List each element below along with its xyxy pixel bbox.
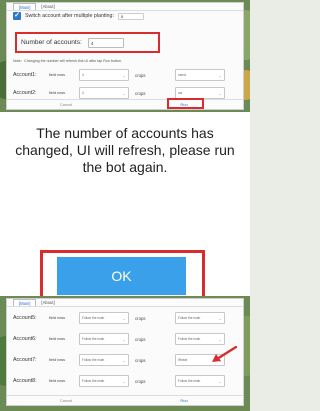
field-rows-label: field rows [49,337,66,341]
account-row: Account1: field rows 4 ⌄ crops carrot ⌄ [13,67,241,83]
crops-select[interactable]: Follow the main ⌄ [175,333,225,345]
crops-label: crops [135,378,146,384]
field-rows-label: field rows [49,91,66,95]
field-rows-label: field rows [49,358,66,362]
tab-bar: [Main] [About] [7,299,243,307]
account-label: Account1: [13,72,37,78]
number-of-accounts-label: Number of accounts: [21,39,82,46]
tab-main[interactable]: [Main] [13,299,37,306]
account-row: Account6: field rows Follow the main ⌄ cr… [13,331,241,347]
switch-account-label: Switch account after multiple planting: [25,13,114,19]
crops-label: crops [135,336,146,342]
run-button-highlight [167,98,204,109]
switch-account-row: ✓ Switch account after multiple planting… [13,12,144,20]
crops-select[interactable]: carrot ⌄ [175,69,225,81]
switch-account-checkbox[interactable]: ✓ [13,12,21,20]
tab-about[interactable]: [About] [36,3,59,10]
field-rows-select[interactable]: Follow the main ⌄ [79,312,129,324]
field-rows-select[interactable]: Follow the main ⌄ [79,333,129,345]
field-rows-label: field rows [49,379,66,383]
tab-about[interactable]: [About] [36,299,59,306]
field-rows-label: field rows [49,316,66,320]
number-of-accounts-row: Number of accounts: 4 [15,32,160,53]
cancel-button[interactable]: Cancel [7,100,125,109]
chevron-down-icon: ⌄ [122,379,126,384]
number-of-accounts-input[interactable]: 4 [87,37,124,48]
tab-bar: [Main] [About] [7,3,243,11]
crops-label: crops [135,90,146,96]
field-rows-label: field rows [49,73,66,77]
account-row: Account5: field rows Follow the main ⌄ cr… [13,310,241,326]
settings-panel-bottom: [Main] [About] Account5: field rows Foll… [6,298,244,406]
account-row: Account8: field rows Follow the main ⌄ cr… [13,373,241,389]
refresh-message-text: The number of accounts has changed, UI w… [15,125,235,175]
tab-main[interactable]: [Main] [13,3,37,10]
chevron-down-icon: ⌄ [122,337,126,342]
ok-button[interactable]: OK [57,257,186,295]
account-label: Account7: [13,357,37,363]
switch-count-input[interactable]: 5 [117,12,144,20]
field-rows-select[interactable]: Follow the main ⌄ [79,375,129,387]
chevron-down-icon: ⌄ [122,316,126,321]
chevron-down-icon: ⌄ [218,91,222,96]
field-rows-select[interactable]: Follow the main ⌄ [79,354,129,366]
dialog-footer: Cancel Run [7,99,243,109]
account-label: Account8: [13,378,37,384]
cancel-button[interactable]: Cancel [7,396,125,405]
chevron-down-icon: ⌄ [122,73,126,78]
crops-label: crops [135,357,146,363]
chevron-down-icon: ⌄ [122,358,126,363]
chevron-down-icon: ⌄ [218,337,222,342]
chevron-down-icon: ⌄ [218,379,222,384]
crops-select[interactable]: Follow the main ⌄ [175,312,225,324]
chevron-down-icon: ⌄ [122,91,126,96]
dialog-footer: Cancel Run [7,395,243,405]
crops-select[interactable]: Follow the main ⌄ [175,375,225,387]
crops-label: crops [135,315,146,321]
refresh-note: Note：Changing the number will refresh th… [13,59,122,63]
chevron-down-icon: ⌄ [218,316,222,321]
account-label: Account6: [13,336,37,342]
account-row: Account7: field rows Follow the main ⌄ cr… [13,352,241,368]
settings-panel-top: [Main] [About] ✓ Switch account after mu… [6,2,244,110]
pointer-arrow-icon [212,346,237,362]
chevron-down-icon: ⌄ [218,73,222,78]
refresh-message-dialog: The number of accounts has changed, UI w… [0,112,250,307]
field-rows-select[interactable]: 4 ⌄ [79,87,129,99]
account-label: Account5: [13,315,37,321]
account-label: Account2: [13,90,37,96]
run-button[interactable]: Run [125,396,243,405]
field-rows-select[interactable]: 4 ⌄ [79,69,129,81]
crops-label: crops [135,72,146,78]
